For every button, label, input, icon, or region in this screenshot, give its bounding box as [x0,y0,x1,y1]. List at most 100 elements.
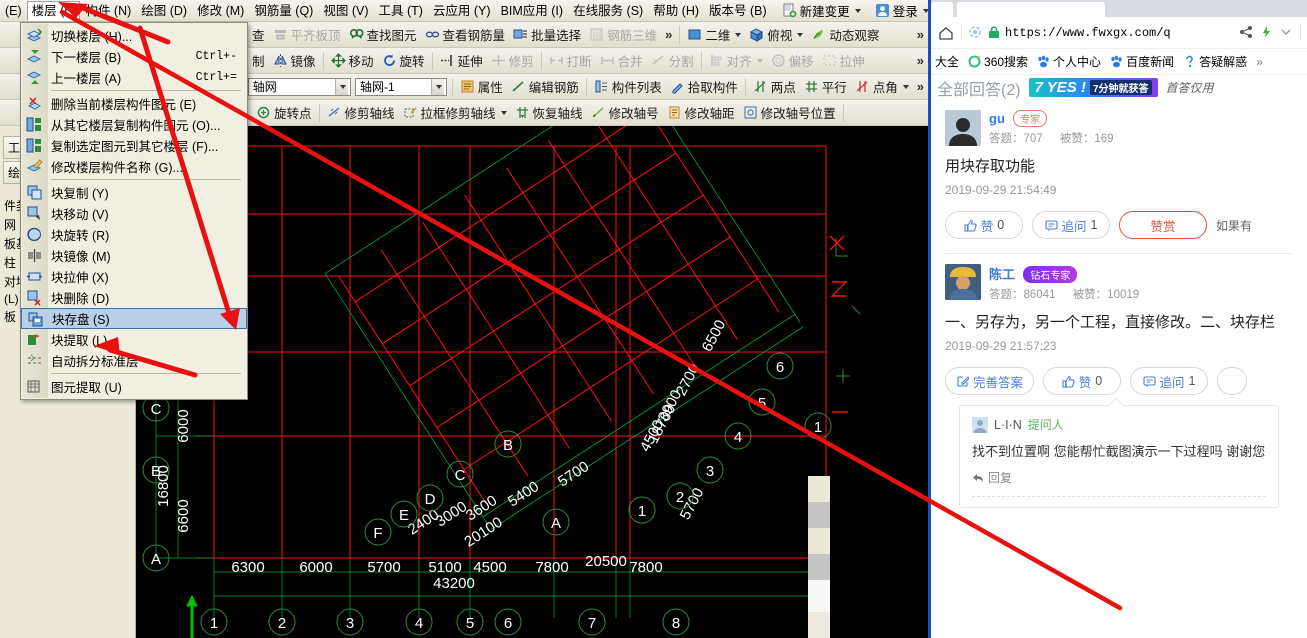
toolbar-item-rotate-point[interactable]: 旋转点 [252,102,316,123]
chevron-down-icon-2d[interactable] [735,33,741,37]
toolbar-item-edit-axis-spacing[interactable]: 修改轴距 [663,102,739,123]
toolbar-item-rebar-3d[interactable]: 钢筋三维 [585,24,661,45]
chevron-down-icon-url[interactable] [1279,25,1294,40]
bookmark-baidu-news[interactable]: 百度新闻 [1110,53,1174,70]
bookmark-360-search[interactable]: 360搜索 [968,53,1028,70]
menu-item-copy-to-floor[interactable]: 复制选定图元到其它楼层 (F)... [21,135,247,156]
toolbar-item-merge[interactable]: 合并 [596,50,647,71]
answer-2-username[interactable]: 陈工 [989,267,1015,282]
menu-item-modify[interactable]: 修改 (M) [192,1,249,21]
followup-button-1[interactable]: 追问 1 [1032,211,1110,239]
toolbar-item-align-slab-top[interactable]: 平齐板顶 [269,24,345,45]
menu-item-block-move[interactable]: 块移动 (V) [21,203,247,224]
menu-item-delete-floor-elements[interactable]: 删除当前楼层构件图元 (E) [21,93,247,114]
toolbar-item-stretch[interactable]: 拉伸 [818,50,869,71]
toolbar-item-box-trim-axis[interactable]: 拉框修剪轴线 [399,102,511,123]
improve-answer-button[interactable]: 完善答案 [945,367,1034,395]
cad-drawing-canvas[interactable]: 1 2 3 4 5 6 7 8 A B C 6300 6000 5700 510… [136,126,928,638]
menu-item-floor[interactable]: 楼层 (L) [27,1,81,21]
toolbar-item-offset[interactable]: 偏移 [767,50,818,71]
toolbar-item-edit-rebar[interactable]: 编辑钢筋 [507,76,583,97]
chevron-down-icon-align[interactable] [757,59,763,63]
chevron-down-icon-box-trim[interactable] [501,111,507,115]
toolbar-item-two-point[interactable]: 两点 [749,76,800,97]
browser-tab-2[interactable] [957,2,1105,17]
toolbar-item-find-element[interactable]: 查找图元 [345,24,421,45]
menu-item-cloud[interactable]: 云应用 (Y) [428,1,496,21]
chevron-down-icon-pa[interactable] [903,85,909,89]
floor-dropdown-menu[interactable]: 切换楼层 (H)... 下一楼层 (B) Ctrl+- 上一楼层 (A) Ctr… [20,22,248,400]
comment-avatar[interactable] [972,417,988,433]
toolbar-item-point-angle[interactable]: 点角 [851,76,913,97]
chevron-down-icon-view[interactable] [797,33,803,37]
like-button-2[interactable]: 赞 0 [1043,367,1121,395]
menu-item-component[interactable]: 构件 (N) [80,1,136,21]
menu-item-partial[interactable]: (E) [0,1,27,21]
menu-item-auto-split-standard-floor[interactable]: 自动拆分标准层 [21,350,247,371]
component-type-combo[interactable]: 轴网 [248,78,351,96]
menu-item-block-delete[interactable]: 块删除 (D) [21,287,247,308]
menu-item-version[interactable]: 版本号 (B) [704,1,772,21]
menu-item-copy-from-floor[interactable]: 从其它楼层复制构件图元 (O)... [21,114,247,135]
menu-item-element-extract[interactable]: 图元提取 (U) [21,376,247,397]
reward-button-1[interactable]: 赞赏 [1119,211,1207,239]
toolbar-item-move[interactable]: 移动 [327,50,378,71]
reply-button[interactable]: 回复 [972,469,1266,486]
toolbar-item-align[interactable]: 对齐 [705,50,767,71]
toolbar-item-edit-axis-number[interactable]: 修改轴号 [587,102,663,123]
lightning-icon[interactable] [1259,25,1274,40]
menu-item-prev-floor[interactable]: 上一楼层 (A) Ctrl+= [21,67,247,88]
share-icon[interactable] [1239,25,1254,40]
toolbar-item-mirror[interactable]: 镜像 [269,50,320,71]
menu-item-block-copy[interactable]: 块复制 (Y) [21,182,247,203]
avatar-2[interactable] [945,264,981,300]
menu-item-tools[interactable]: 工具 (T) [373,1,427,21]
toolbar-row3-overflow[interactable]: » [913,79,928,94]
toolbar-row1-overflow[interactable]: » [661,27,676,42]
menu-item-bim[interactable]: BIM应用 (I) [496,1,569,21]
chevron-down-icon-name[interactable] [431,79,444,95]
menu-item-rename-floor-component[interactable]: 修改楼层构件名称 (G)... [21,156,247,177]
bookmark-partial[interactable]: 大全 [935,53,959,70]
toolbar-item-pick-component[interactable]: 拾取构件 [666,76,742,97]
menu-item-block-save[interactable]: 块存盘 (S) [21,308,247,329]
menu-item-draw[interactable]: 绘图 (D) [136,1,192,21]
address-bar[interactable]: https://www.fwxgx.com/q [968,25,1294,40]
toolbar-item-break[interactable]: 打断 [545,50,596,71]
toolbar-item-restore-axis[interactable]: 恢复轴线 [511,102,587,123]
bookmark-personal-center[interactable]: 个人中心 [1037,53,1101,70]
answer-1-username[interactable]: gu [989,111,1005,126]
menu-item-help[interactable]: 帮助 (H) [648,1,704,21]
toolbar-item-edit-axis-number-position[interactable]: 修改轴号位置 [739,102,840,123]
canvas-mini-scrollbar[interactable] [808,476,830,638]
bookmarks-overflow[interactable]: » [1256,55,1263,69]
menu-item-online-service[interactable]: 在线服务 (S) [568,1,648,21]
login-button[interactable]: 登录 [871,0,928,21]
chevron-down-icon-type[interactable] [335,79,348,95]
menu-item-block-rotate[interactable]: 块旋转 (R) [21,224,247,245]
followup-button-2[interactable]: 追问 1 [1130,367,1208,395]
toolbar-item-partial-cha[interactable]: 查 [248,24,269,45]
toolbar-item-rotate[interactable]: 旋转 [378,50,429,71]
refresh-icon[interactable] [968,25,983,40]
toolbar-item-partial-zhi[interactable]: 制 [248,50,269,71]
menu-item-next-floor[interactable]: 下一楼层 (B) Ctrl+- [21,46,247,67]
toolbar-item-trim-axis[interactable]: 修剪轴线 [323,102,399,123]
comment-username[interactable]: L·I·N [994,418,1022,432]
toolbar-item-parallel[interactable]: 平行 [800,76,851,97]
chevron-down-icon[interactable] [855,9,861,13]
toolbar-row2-overflow[interactable]: » [913,53,928,68]
extra-action-button[interactable] [1217,367,1247,395]
toolbar-item-trim[interactable]: 修剪 [487,50,538,71]
toolbar-item-2d[interactable]: 二维 [683,24,745,45]
menu-item-rebar-qty[interactable]: 钢筋量 (Q) [249,1,318,21]
menu-item-view[interactable]: 视图 (V) [318,1,373,21]
toolbar-row1-overflow-right[interactable]: » [913,27,928,42]
toolbar-item-dynamic-observe[interactable]: 动态观察 [807,24,883,45]
browser-tab-1[interactable] [931,2,953,17]
home-icon[interactable] [937,24,955,42]
toolbar-item-view-rebar-qty[interactable]: 查看钢筋量 [421,24,510,45]
bookmark-qa[interactable]: 答疑解惑 [1183,53,1247,70]
toolbar-item-top-view[interactable]: 俯视 [745,24,807,45]
toolbar-item-properties[interactable]: 属性 [456,76,507,97]
